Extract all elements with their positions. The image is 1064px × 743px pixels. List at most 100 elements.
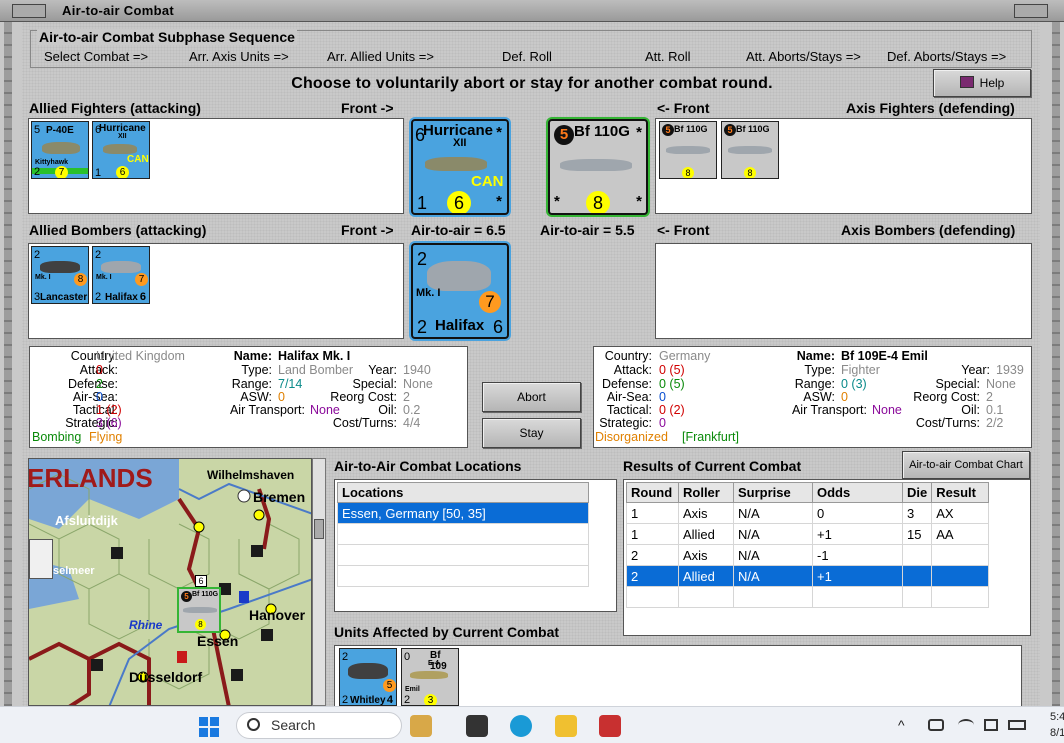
location-row[interactable]: Essen, Germany [50, 35] xyxy=(337,502,589,524)
allied-fighters-front: Front -> xyxy=(341,100,394,116)
counter-whitley[interactable]: 2 5 2 Whitley 4 xyxy=(339,648,397,706)
map-label-rhine: Rhine xyxy=(129,618,163,632)
map-axis-counter[interactable]: 5 Bf 110G 8 xyxy=(177,587,221,633)
plane-icon xyxy=(425,157,487,171)
counter-bf110g-1[interactable]: 5 Bf 110G 8 xyxy=(659,121,717,179)
map-label-bremen: Bremen xyxy=(253,489,306,505)
step-arr-allied: Arr. Allied Units => xyxy=(327,49,434,64)
counter-p40e[interactable]: 5 P-40E Kittyhawk 2 7 xyxy=(31,121,89,179)
table-row-selected[interactable]: 2 Allied N/A +1 xyxy=(626,565,990,587)
file-explorer-icon[interactable] xyxy=(555,715,577,737)
help-label: Help xyxy=(979,76,1005,90)
counter-bf109[interactable]: 0 Bf 109 E-4 Emil 2 3 xyxy=(401,648,459,706)
plane-icon xyxy=(101,261,141,273)
table-row[interactable]: 2 Axis N/A -1 xyxy=(626,544,990,566)
help-button[interactable]: Help xyxy=(933,69,1031,97)
results-table: Round Roller Surprise Odds Die Result 1A… xyxy=(626,482,990,608)
allied-fighters-label: Allied Fighters (attacking) xyxy=(29,100,201,116)
map-label-wilhelmshaven: Wilhelmshaven xyxy=(207,468,295,482)
stay-button[interactable]: Stay xyxy=(482,418,581,448)
col-die: Die xyxy=(901,482,933,503)
game-app-icon[interactable] xyxy=(599,715,621,737)
locations-header: Locations xyxy=(337,482,589,503)
allied-bombers-front: Front -> xyxy=(341,222,394,238)
counter-halifax-small[interactable]: 2 Mk. I 7 2 Halifax 6 xyxy=(92,246,150,304)
map-label-hanover: Hanover xyxy=(249,607,306,623)
wifi-icon[interactable] xyxy=(958,719,974,731)
map-scrollbar[interactable] xyxy=(312,458,326,706)
window-control-icon[interactable] xyxy=(1014,4,1048,18)
step-def-roll: Def. Roll xyxy=(502,49,552,64)
battery-icon[interactable] xyxy=(1008,720,1026,730)
map-view[interactable]: ERLANDS Wilhelmshaven Bremen Afsluitdijk… xyxy=(28,458,312,706)
col-odds: Odds xyxy=(812,482,903,503)
axis-fighters-label: Axis Fighters (defending) xyxy=(846,100,1015,116)
col-surprise: Surprise xyxy=(733,482,813,503)
table-row[interactable]: 1 Axis N/A 0 3 AX xyxy=(626,502,990,524)
location-row-empty xyxy=(337,523,589,545)
network-icon[interactable] xyxy=(928,719,944,731)
axis-bombers-label: Axis Bombers (defending) xyxy=(841,222,1016,238)
locations-box: Locations Essen, Germany [50, 35] xyxy=(334,479,617,612)
step-select-combat: Select Combat => xyxy=(44,49,149,64)
window-menu-icon[interactable] xyxy=(12,4,46,18)
prompt-text: Choose to voluntarily abort or stay for … xyxy=(291,75,773,92)
search-icon xyxy=(247,718,260,731)
combat-chart-button[interactable]: Air-to-air Combat Chart xyxy=(902,451,1030,479)
map-stack-count: 6 xyxy=(195,575,207,587)
counter-lancaster[interactable]: 2 Mk. I 8 3 Lancaster xyxy=(31,246,89,304)
chevron-up-icon[interactable]: ^ xyxy=(898,717,905,733)
title-bar: Air-to-air Combat xyxy=(0,0,1064,22)
subphase-sequence: Air-to-air Combat Subphase Sequence Sele… xyxy=(30,29,1032,68)
allied-air-to-air: Air-to-air = 6.5 xyxy=(411,222,506,238)
results-title: Results of Current Combat xyxy=(623,458,802,474)
clock-time[interactable]: 5:4 xyxy=(1050,711,1064,723)
allied-fighters-box[interactable]: 5 P-40E Kittyhawk 2 7 6 Hurricane XII CA… xyxy=(28,118,404,214)
allied-bombers-box[interactable]: 2 Mk. I 8 3 Lancaster 2 Mk. I 7 2 Halifa… xyxy=(28,243,404,339)
axis-fighters-box[interactable]: 5 Bf 110G 8 5 Bf 110G 8 xyxy=(655,118,1032,214)
plane-icon xyxy=(728,146,772,154)
plane-icon xyxy=(348,663,388,679)
abort-button[interactable]: Abort xyxy=(482,382,581,412)
col-roller: Roller xyxy=(678,482,734,503)
clock-date[interactable]: 8/10 xyxy=(1050,727,1064,739)
volume-icon[interactable] xyxy=(984,719,998,731)
start-icon[interactable] xyxy=(199,717,219,737)
step-def-aborts: Def. Aborts/Stays => xyxy=(887,49,1007,64)
plane-icon xyxy=(42,142,80,154)
axis-unit-info: Country: Germany Attack: 0 (5) Defense: … xyxy=(593,346,1032,448)
map-label-netherlands: ERLANDS xyxy=(28,463,153,493)
taskbar-search[interactable]: Search xyxy=(236,712,402,739)
col-result: Result xyxy=(931,482,990,503)
locations-table: Locations Essen, Germany [50, 35] xyxy=(337,482,589,587)
left-frame-rail xyxy=(4,22,12,706)
subphase-legend: Air-to-air Combat Subphase Sequence xyxy=(37,29,297,45)
results-box: Round Roller Surprise Odds Die Result 1A… xyxy=(623,479,1031,636)
plane-icon xyxy=(560,159,632,171)
locations-title: Air-to-Air Combat Locations xyxy=(334,458,522,474)
table-row-empty xyxy=(626,586,990,608)
counter-bf110g-2[interactable]: 5 Bf 110G 8 xyxy=(721,121,779,179)
table-row[interactable]: 1 Allied N/A +1 15 AA xyxy=(626,523,990,545)
step-arr-axis: Arr. Axis Units => xyxy=(189,49,289,64)
axis-bombers-box[interactable] xyxy=(655,243,1032,339)
right-frame-rail xyxy=(1052,22,1060,706)
selected-axis-fighter[interactable]: 5 Bf 110G * * 8 * xyxy=(548,119,648,215)
task-view-icon[interactable] xyxy=(466,715,488,737)
step-att-aborts: Att. Aborts/Stays => xyxy=(746,49,861,64)
edge-icon[interactable] xyxy=(510,715,532,737)
window-title: Air-to-air Combat xyxy=(62,3,174,18)
map-scroll-thumb[interactable] xyxy=(314,519,324,539)
map-label-essen: Essen xyxy=(197,633,239,649)
selected-allied-fighter[interactable]: 6 Hurricane * XII CAN 1 6 * xyxy=(411,119,509,215)
taskbar: Search ^ 5:4 8/10 xyxy=(0,706,1064,743)
search-label: Search xyxy=(271,717,316,733)
plane-icon xyxy=(410,671,448,679)
allied-unit-info: Country: United Kingdom Attack: 0 Defens… xyxy=(29,346,468,448)
plane-icon xyxy=(103,144,137,154)
col-round: Round xyxy=(626,482,679,503)
selected-allied-bomber[interactable]: 2 Mk. I 7 2 Halifax 6 xyxy=(411,243,509,339)
map-zoom-control[interactable] xyxy=(29,539,53,579)
counter-hurricane-small[interactable]: 6 Hurricane XII CAN 1 6 xyxy=(92,121,150,179)
lion-app-icon[interactable] xyxy=(410,715,432,737)
